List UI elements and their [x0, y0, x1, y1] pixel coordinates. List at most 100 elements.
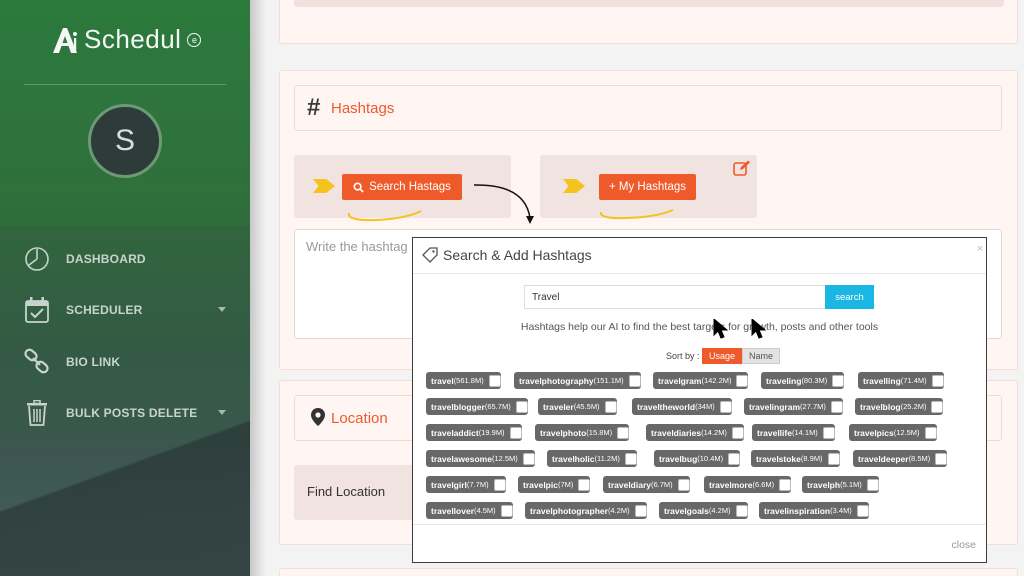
search-hashtags-button[interactable]: Search Hastags	[342, 174, 462, 200]
hashtag-checkbox[interactable]	[924, 426, 937, 439]
sort-usage-button[interactable]: Usage	[702, 348, 742, 364]
hashtag-checkbox[interactable]	[628, 374, 641, 387]
hashtag-checkbox[interactable]	[728, 452, 741, 465]
sidebar: Schedul e S DASHBOARD SCHEDULER BIO LINK…	[0, 0, 250, 576]
cursor-icon	[713, 319, 729, 339]
sidebar-item-dashboard[interactable]: DASHBOARD	[22, 244, 232, 274]
hashtag-chip[interactable]: travelholic (11.2M)	[547, 450, 637, 467]
hashtag-chip[interactable]: travelphotography (151.1M)	[514, 372, 641, 389]
hashtag-chip[interactable]: travelgoals (4.2M)	[659, 502, 748, 519]
hashtag-chip[interactable]: travelstoke (8.9M)	[751, 450, 840, 467]
hashtag-checkbox[interactable]	[931, 374, 944, 387]
hashtag-chip[interactable]: travelgram (142.2M)	[653, 372, 749, 389]
hashtag-chip[interactable]: travelgirl (7.7M)	[426, 476, 506, 493]
app-logo[interactable]: Schedul e	[50, 24, 202, 55]
find-location-field[interactable]: Find Location	[294, 465, 422, 520]
hashtag-chip[interactable]: travelawesome (12.5M)	[426, 450, 535, 467]
hashtag-chip[interactable]: travelingram (27.7M)	[744, 398, 843, 415]
sort-name-button[interactable]: Name	[742, 348, 780, 364]
hashtag-checkbox[interactable]	[604, 400, 617, 413]
hashtag-checkbox[interactable]	[522, 452, 535, 465]
hashtag-chip[interactable]: traveldiaries (14.2M)	[646, 424, 744, 441]
hashtag-checkbox[interactable]	[731, 426, 744, 439]
hashtag-checkbox[interactable]	[827, 452, 840, 465]
hashtag-checkbox[interactable]	[677, 478, 690, 491]
hashtag-checkbox[interactable]	[856, 504, 869, 517]
hashtag-chip[interactable]: travelpics (12.5M)	[849, 424, 937, 441]
hashtag-chip[interactable]: travelblogger (65.7M)	[426, 398, 528, 415]
hashtag-chip[interactable]: traveldiary (6.7M)	[603, 476, 690, 493]
hashtags-header: # Hashtags	[294, 85, 1002, 131]
hashtag-checkbox[interactable]	[578, 478, 591, 491]
trash-icon	[22, 399, 52, 427]
hashtag-checkbox[interactable]	[617, 426, 630, 439]
sidebar-item-label: BULK POSTS DELETE	[66, 406, 198, 420]
chevron-down-icon	[218, 307, 226, 312]
next-section-card	[279, 568, 1018, 576]
link-chain-icon	[22, 348, 52, 376]
sidebar-item-bio-link[interactable]: BIO LINK	[22, 347, 232, 377]
hashtag-checkbox[interactable]	[779, 478, 792, 491]
hashtag-chip[interactable]: traveltheworld (34M)	[632, 398, 732, 415]
avatar[interactable]: S	[88, 104, 162, 178]
hashtag-chip[interactable]: travelinspiration (3.4M)	[759, 502, 869, 519]
hashtag-checkbox[interactable]	[624, 452, 637, 465]
hashtag-chip[interactable]: travelbug (10.4M)	[654, 450, 741, 467]
hashtag-chip[interactable]: travelphotographer (4.2M)	[525, 502, 647, 519]
clock-pie-icon	[22, 245, 52, 273]
find-location-label: Find Location	[307, 484, 386, 499]
hashtag-checkbox[interactable]	[866, 478, 879, 491]
previous-section-field	[294, 0, 1004, 7]
hashtag-checkbox[interactable]	[719, 400, 732, 413]
hashtag-checkbox[interactable]	[500, 504, 513, 517]
sidebar-item-scheduler[interactable]: SCHEDULER	[22, 295, 232, 325]
textarea-placeholder: Write the hashtag	[306, 239, 408, 254]
hashtag-chip[interactable]: travelphoto (15.8M)	[535, 424, 630, 441]
help-text: Hashtags help our AI to find the best ta…	[520, 321, 879, 333]
hashtag-search-input[interactable]	[524, 285, 825, 309]
hashtag-checkbox[interactable]	[515, 400, 528, 413]
logo-registered-icon: e	[187, 32, 202, 47]
hashtag-chip[interactable]: traveler (45.5M)	[538, 398, 617, 415]
hashtag-chip[interactable]: travelpic (7M)	[518, 476, 591, 493]
map-pin-icon	[311, 408, 325, 426]
my-hashtags-button[interactable]: + My Hashtags	[599, 174, 696, 200]
tag-icon	[422, 247, 438, 263]
sidebar-divider	[24, 84, 226, 85]
hashtag-chip[interactable]: traveladdict (19.9M)	[426, 424, 522, 441]
hashtag-chip[interactable]: traveling (80.3M)	[761, 372, 845, 389]
hashtag-checkbox[interactable]	[935, 452, 948, 465]
chevron-down-icon	[218, 410, 226, 415]
button-label: Search Hastags	[369, 181, 451, 193]
sidebar-item-bulk-posts-delete[interactable]: BULK POSTS DELETE	[22, 398, 232, 428]
hashtag-chip[interactable]: travelblog (25.2M)	[855, 398, 944, 415]
hashtag-checkbox[interactable]	[832, 374, 845, 387]
hashtag-chip[interactable]: travellife (14.1M)	[752, 424, 835, 441]
hashtag-checkbox[interactable]	[736, 374, 749, 387]
logo-mark-icon	[50, 25, 80, 55]
search-hashtags-modal: Search & Add Hashtags × search Hashtags …	[412, 237, 987, 563]
connector-arrow	[473, 184, 534, 224]
search-button[interactable]: search	[825, 285, 874, 309]
hashtag-chip[interactable]: travelmore (6.6M)	[704, 476, 792, 493]
hashtag-chip[interactable]: travelph (5.1M)	[802, 476, 879, 493]
hashtag-checkbox[interactable]	[509, 426, 522, 439]
sidebar-item-label: BIO LINK	[66, 355, 121, 369]
hashtag-checkbox[interactable]	[830, 400, 843, 413]
sidebar-item-label: SCHEDULER	[66, 303, 143, 317]
edit-icon[interactable]	[733, 160, 751, 176]
hashtag-chip[interactable]: travel (561.8M)	[426, 372, 501, 389]
hashtag-chip[interactable]: traveldeeper (8.5M)	[853, 450, 948, 467]
cursor-icon	[751, 319, 767, 339]
hashtag-checkbox[interactable]	[735, 504, 748, 517]
hashtag-checkbox[interactable]	[634, 504, 647, 517]
hashtag-chip[interactable]: travellover (4.5M)	[426, 502, 513, 519]
hashtag-checkbox[interactable]	[493, 478, 506, 491]
underline-squiggle	[599, 209, 674, 220]
hashtag-checkbox[interactable]	[931, 400, 944, 413]
close-icon[interactable]: ×	[977, 243, 983, 255]
hashtag-checkbox[interactable]	[822, 426, 835, 439]
hashtag-chip[interactable]: travelling (71.4M)	[858, 372, 944, 389]
hashtag-checkbox[interactable]	[488, 374, 501, 387]
close-link[interactable]: close	[951, 539, 976, 551]
